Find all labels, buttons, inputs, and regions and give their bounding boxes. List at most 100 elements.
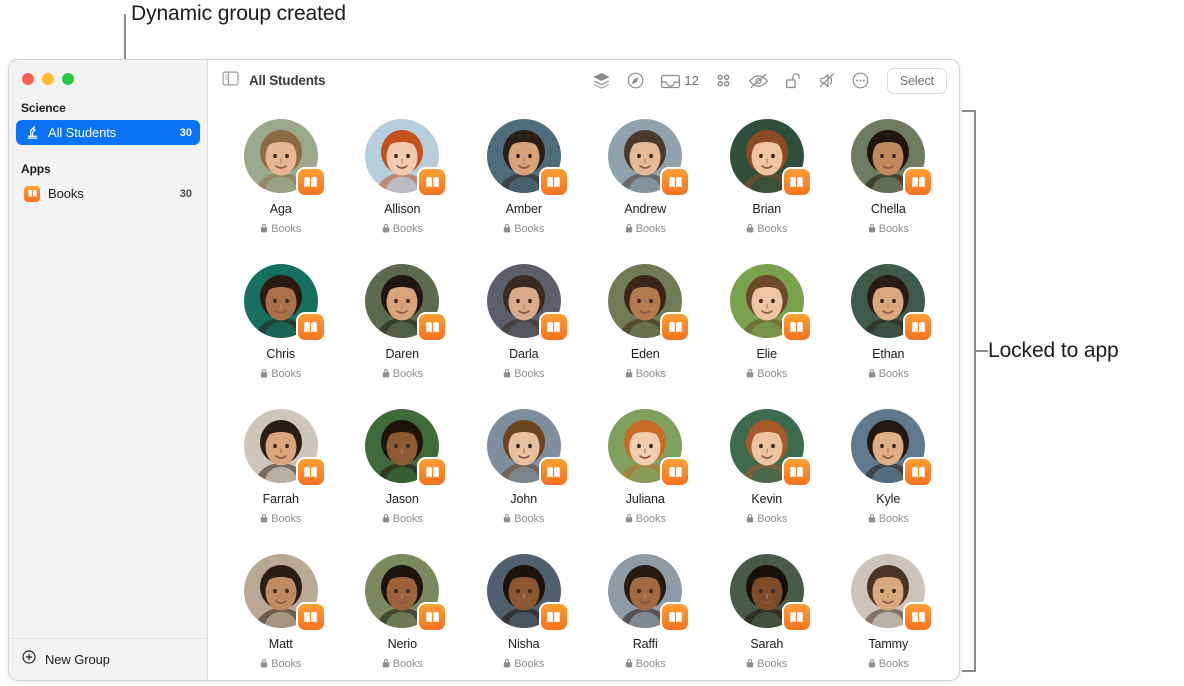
lock-icon — [625, 365, 633, 383]
student-name: Farrah — [262, 492, 299, 506]
student-card[interactable]: Eden Books — [585, 254, 707, 399]
books-app-badge — [905, 459, 932, 485]
avatar-wrap — [243, 264, 324, 340]
student-app-row: Books — [260, 655, 301, 673]
books-app-badge — [783, 604, 810, 630]
books-app-badge — [419, 314, 446, 340]
books-app-badge — [540, 314, 567, 340]
student-card[interactable]: Brian Books — [706, 109, 828, 254]
new-group-button[interactable]: New Group — [9, 638, 207, 680]
lock-icon — [503, 510, 511, 528]
student-card[interactable]: Andrew Books — [585, 109, 707, 254]
student-card[interactable]: Raffi Books — [585, 544, 707, 680]
lock-icon — [503, 365, 511, 383]
books-app-badge — [783, 169, 810, 195]
avatar-wrap — [729, 119, 810, 195]
lock-icon — [503, 220, 511, 238]
student-card[interactable]: John Books — [463, 399, 585, 544]
student-card[interactable]: Juliana Books — [585, 399, 707, 544]
student-card[interactable]: Aga Books — [220, 109, 342, 254]
avatar-wrap — [851, 119, 932, 195]
sidebar-item-all-students[interactable]: All Students 30 — [16, 120, 200, 145]
sidebar-toggle-icon[interactable] — [222, 71, 239, 91]
avatar-wrap — [243, 119, 324, 195]
student-card[interactable]: Amber Books — [463, 109, 585, 254]
minimize-button[interactable] — [42, 73, 54, 85]
student-card[interactable]: Chris Books — [220, 254, 342, 399]
student-name: Eden — [630, 347, 660, 361]
student-app-label: Books — [271, 658, 302, 670]
student-card[interactable]: Chella Books — [828, 109, 950, 254]
more-options-icon[interactable] — [851, 71, 870, 90]
inbox-icon[interactable]: 12 — [660, 72, 699, 90]
sidebar: Science All Students 30 Apps Books 30 Ne… — [9, 60, 208, 680]
student-card[interactable]: Elie Books — [706, 254, 828, 399]
avatar-wrap — [608, 409, 689, 485]
grid-icon[interactable] — [714, 71, 733, 90]
avatar-wrap — [851, 554, 932, 630]
hidden-eye-icon[interactable] — [748, 71, 769, 90]
student-card[interactable]: Kevin Books — [706, 399, 828, 544]
student-card[interactable]: Farrah Books — [220, 399, 342, 544]
compass-icon[interactable] — [626, 71, 645, 90]
student-app-label: Books — [878, 658, 909, 670]
student-app-label: Books — [514, 658, 545, 670]
student-card[interactable]: Nerio Books — [342, 544, 464, 680]
student-app-label: Books — [757, 223, 788, 235]
student-card[interactable]: Darla Books — [463, 254, 585, 399]
lock-icon — [746, 510, 754, 528]
lock-icon — [746, 365, 754, 383]
books-app-badge — [297, 314, 324, 340]
student-app-label: Books — [392, 658, 423, 670]
sidebar-item-books[interactable]: Books 30 — [16, 181, 200, 206]
lock-icon — [260, 365, 268, 383]
books-app-badge — [905, 169, 932, 195]
books-app-badge — [297, 459, 324, 485]
avatar-wrap — [365, 119, 446, 195]
student-name: Brian — [752, 202, 782, 216]
student-card[interactable]: Nisha Books — [463, 544, 585, 680]
avatar-wrap — [608, 264, 689, 340]
student-card[interactable]: Kyle Books — [828, 399, 950, 544]
student-app-row: Books — [382, 655, 423, 673]
books-app-badge — [905, 604, 932, 630]
student-app-label: Books — [635, 368, 666, 380]
student-app-row: Books — [503, 655, 544, 673]
lock-icon — [382, 220, 390, 238]
lock-icon — [625, 655, 633, 673]
layers-icon[interactable] — [592, 71, 611, 90]
student-name: John — [510, 492, 538, 506]
lock-icon — [868, 510, 876, 528]
student-card[interactable]: Tammy Books — [828, 544, 950, 680]
student-card[interactable]: Ethan Books — [828, 254, 950, 399]
callout-label-locked-to-app: Locked to app — [988, 339, 1119, 362]
lock-icon — [503, 655, 511, 673]
student-card[interactable]: Jason Books — [342, 399, 464, 544]
close-button[interactable] — [22, 73, 34, 85]
student-card[interactable]: Allison Books — [342, 109, 464, 254]
unlocked-padlock-icon[interactable] — [784, 71, 802, 90]
student-name: Nerio — [387, 637, 417, 651]
student-name: Chris — [266, 347, 296, 361]
books-app-icon — [23, 185, 41, 203]
sidebar-section-title-apps: Apps — [21, 162, 51, 176]
student-app-label: Books — [392, 368, 423, 380]
student-card[interactable]: Sarah Books — [706, 544, 828, 680]
select-button[interactable]: Select — [886, 67, 947, 94]
student-app-row: Books — [868, 220, 909, 238]
student-card[interactable]: Daren Books — [342, 254, 464, 399]
mute-icon[interactable] — [817, 71, 836, 90]
inbox-count: 12 — [684, 73, 699, 88]
books-app-badge — [540, 604, 567, 630]
student-app-label: Books — [635, 513, 666, 525]
sidebar-group-apps: Apps Books 30 — [9, 162, 207, 206]
student-app-row: Books — [746, 220, 787, 238]
student-app-label: Books — [271, 513, 302, 525]
toolbar: All Students 12 Select — [208, 60, 959, 101]
student-app-row: Books — [503, 510, 544, 528]
student-name: Jason — [385, 492, 419, 506]
student-app-row: Books — [746, 365, 787, 383]
student-card[interactable]: Matt Books — [220, 544, 342, 680]
maximize-button[interactable] — [62, 73, 74, 85]
callout-bracket-right — [962, 110, 976, 672]
